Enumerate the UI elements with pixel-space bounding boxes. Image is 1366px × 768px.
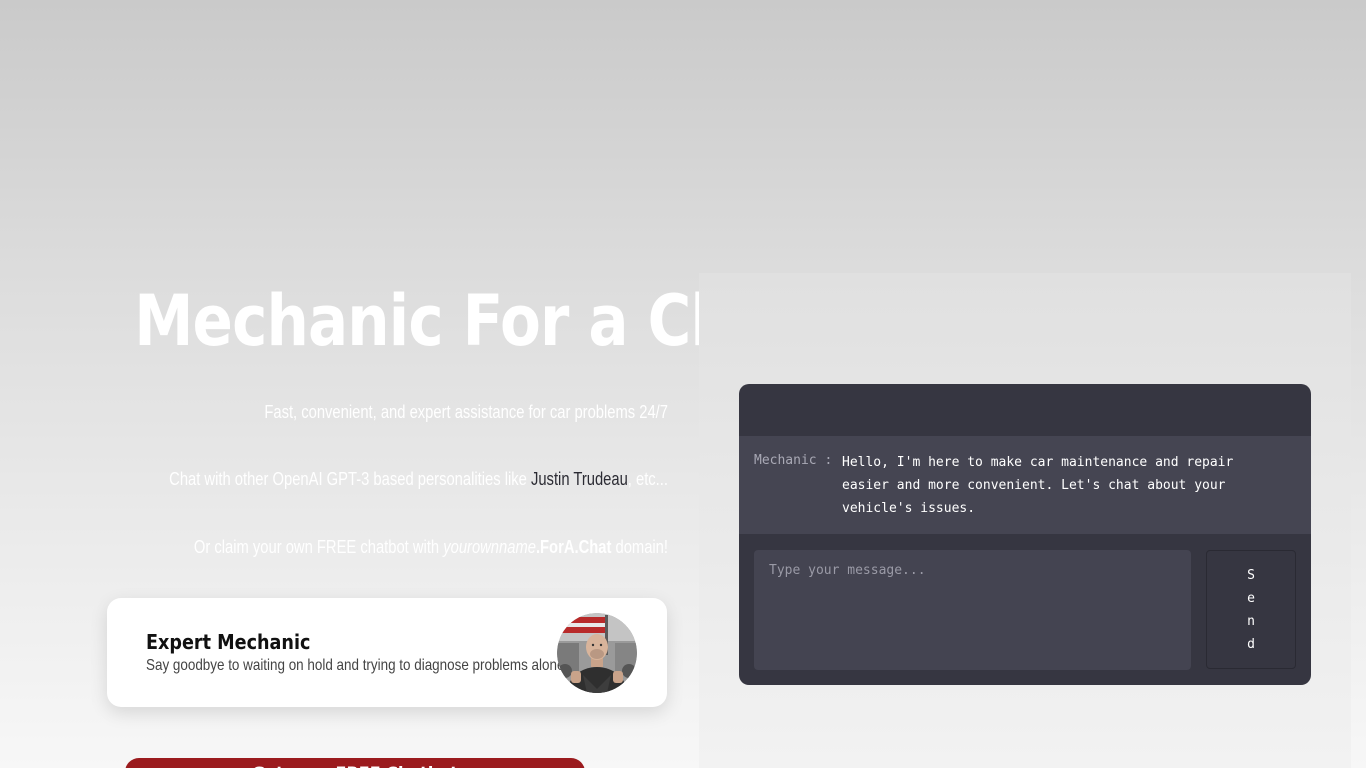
send-button[interactable]: Send — [1206, 550, 1296, 669]
personalities-line: Chat with other OpenAI GPT-3 based perso… — [153, 467, 668, 491]
claim-domain-suffix: .ForA.Chat — [535, 537, 612, 557]
expert-mechanic-card[interactable]: Expert Mechanic Say goodbye to waiting o… — [107, 598, 667, 707]
personalities-suffix: , etc... — [627, 469, 668, 489]
claim-suffix: domain! — [611, 537, 668, 557]
chat-window: Mechanic : Hello, I'm here to make car m… — [739, 384, 1311, 685]
message-text: Hello, I'm here to make car maintenance … — [842, 455, 1234, 516]
claim-domain-name: yourownname — [443, 537, 536, 557]
chat-panel: Mechanic : Hello, I'm here to make car m… — [699, 273, 1351, 768]
mechanic-avatar — [557, 613, 637, 693]
claim-line: Or claim your own FREE chatbot with your… — [153, 535, 668, 559]
send-label: Send — [1247, 567, 1255, 652]
card-description: Say goodbye to waiting on hold and tryin… — [146, 657, 565, 674]
page-title: Mechanic For a Chat — [134, 280, 799, 362]
card-title: Expert Mechanic — [146, 630, 311, 654]
message-input[interactable] — [754, 550, 1191, 670]
get-free-chatbot-button[interactable]: Get your FREE Chatbot — [125, 758, 585, 768]
claim-prefix: Or claim your own FREE chatbot with — [193, 537, 444, 557]
chat-message: Mechanic : Hello, I'm here to make car m… — [739, 436, 1311, 534]
personalities-prefix: Chat with other OpenAI GPT-3 based perso… — [169, 469, 531, 489]
tagline: Fast, convenient, and expert assistance … — [264, 402, 668, 422]
mechanic-portrait-icon — [557, 613, 637, 693]
message-sender: Mechanic : — [754, 453, 833, 468]
justin-trudeau-link[interactable]: Justin Trudeau — [531, 469, 628, 489]
